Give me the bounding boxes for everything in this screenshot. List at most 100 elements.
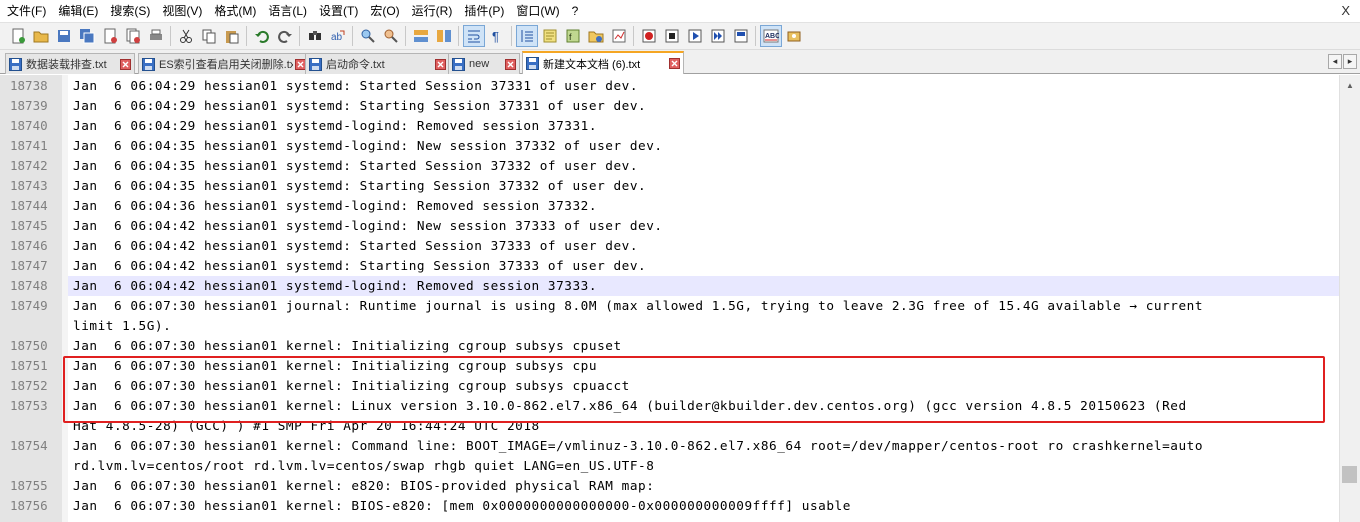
close-file-icon[interactable] <box>99 25 121 47</box>
menu-item-2[interactable]: 搜索(S) <box>104 0 156 22</box>
toolbar-separator <box>246 26 247 46</box>
play-macro-icon[interactable] <box>684 25 706 47</box>
menu-item-8[interactable]: 运行(R) <box>406 0 459 22</box>
editor-line[interactable]: 18751 Jan 6 06:07:30 hessian01 kernel: In… <box>0 356 1339 376</box>
editor-line[interactable]: 18748 Jan 6 06:04:42 hessian01 systemd-lo… <box>0 276 1339 296</box>
save-all-icon[interactable] <box>76 25 98 47</box>
find-icon[interactable] <box>304 25 326 47</box>
line-text: Jan 6 06:07:30 hessian01 kernel: Linux v… <box>73 398 1187 413</box>
close-icon[interactable] <box>505 58 516 70</box>
svg-text:ab: ab <box>331 32 343 43</box>
editor-line[interactable]: rd.lvm.lv=centos/root rd.lvm.lv=centos/s… <box>0 456 1339 476</box>
line-text: Jan 6 06:04:36 hessian01 systemd-logind:… <box>73 198 598 213</box>
tab-4[interactable]: 新建文本文档 (6).txt <box>522 51 684 74</box>
run-macro-multiple-icon[interactable] <box>707 25 729 47</box>
line-text: Jan 6 06:07:30 hessian01 kernel: BIOS-e8… <box>73 498 851 513</box>
editor-line[interactable]: 18741 Jan 6 06:04:35 hessian01 systemd-lo… <box>0 136 1339 156</box>
menu-item-1[interactable]: 编辑(E) <box>52 0 104 22</box>
menu-item-9[interactable]: 插件(P) <box>458 0 510 22</box>
tab-3[interactable]: new <box>448 53 520 74</box>
zoom-out-icon[interactable] <box>380 25 402 47</box>
editor-line[interactable]: 18742 Jan 6 06:04:35 hessian01 systemd: S… <box>0 156 1339 176</box>
line-number: 18750 <box>10 338 48 353</box>
menu-item-3[interactable]: 视图(V) <box>156 0 208 22</box>
sync-horizontal-icon[interactable] <box>433 25 455 47</box>
close-icon[interactable] <box>669 58 680 69</box>
editor-line[interactable]: 18754 Jan 6 06:07:30 hessian01 kernel: Co… <box>0 436 1339 456</box>
menu-item-4[interactable]: 格式(M) <box>208 0 262 22</box>
close-icon[interactable] <box>435 58 446 70</box>
redo-icon[interactable] <box>274 25 296 47</box>
spell-check-icon[interactable]: ABC <box>759 25 782 47</box>
menu-item-6[interactable]: 设置(T) <box>313 0 364 22</box>
doc-map-icon[interactable] <box>539 25 561 47</box>
word-wrap-icon[interactable] <box>462 25 485 47</box>
tab-scroll-right-button[interactable]: ▸ <box>1343 54 1357 69</box>
toolbar-separator <box>170 26 171 46</box>
close-all-icon[interactable] <box>122 25 144 47</box>
tab-0[interactable]: 数据装载排查.txt <box>5 53 135 74</box>
menu-item-0[interactable]: 文件(F) <box>0 0 52 22</box>
toolbar-separator <box>352 26 353 46</box>
svg-text:¶: ¶ <box>492 29 499 44</box>
paste-icon[interactable] <box>221 25 243 47</box>
record-macro-icon[interactable] <box>638 25 660 47</box>
monitoring-icon[interactable] <box>608 25 630 47</box>
editor-line[interactable]: 18745 Jan 6 06:04:42 hessian01 systemd-lo… <box>0 216 1339 236</box>
editor-line[interactable]: 18740 Jan 6 06:04:29 hessian01 systemd-lo… <box>0 116 1339 136</box>
print-icon[interactable] <box>145 25 167 47</box>
editor-line[interactable]: 18756 Jan 6 06:07:30 hessian01 kernel: BI… <box>0 496 1339 516</box>
editor-line[interactable]: 18750 Jan 6 06:07:30 hessian01 kernel: In… <box>0 336 1339 356</box>
editor-line[interactable]: 18744 Jan 6 06:04:36 hessian01 systemd-lo… <box>0 196 1339 216</box>
editor-line[interactable]: 18747 Jan 6 06:04:42 hessian01 systemd: S… <box>0 256 1339 276</box>
close-icon[interactable]: X <box>1341 0 1350 22</box>
close-icon[interactable] <box>120 58 131 70</box>
menu-item-10[interactable]: 窗口(W) <box>510 0 565 22</box>
line-number: 18749 <box>10 298 48 313</box>
editor-line[interactable]: 18749 Jan 6 06:07:30 hessian01 journal: R… <box>0 296 1339 316</box>
line-text: Jan 6 06:07:30 hessian01 kernel: Initial… <box>73 338 622 353</box>
scroll-up-icon[interactable]: ▲ <box>1340 77 1360 94</box>
folder-workspace-icon[interactable] <box>585 25 607 47</box>
open-file-icon[interactable] <box>30 25 52 47</box>
editor-line[interactable]: 18753 Jan 6 06:07:30 hessian01 kernel: Li… <box>0 396 1339 416</box>
tab-1[interactable]: ES索引查看启用关闭删除.txt <box>138 53 310 74</box>
function-list-icon[interactable]: f <box>562 25 584 47</box>
tab-scroll-left-button[interactable]: ◂ <box>1328 54 1342 69</box>
spell-check-options-icon[interactable] <box>783 25 805 47</box>
menu-item-11[interactable]: ? <box>566 0 585 22</box>
indent-guide-icon[interactable] <box>515 25 538 47</box>
editor-line[interactable]: limit 1.5G). <box>0 316 1339 336</box>
replace-icon[interactable]: ab <box>327 25 349 47</box>
undo-icon[interactable] <box>251 25 273 47</box>
editor-line[interactable]: 18752 Jan 6 06:07:30 hessian01 kernel: In… <box>0 376 1339 396</box>
copy-icon[interactable] <box>198 25 220 47</box>
line-number: 18746 <box>10 238 48 253</box>
show-all-chars-icon[interactable]: ¶ <box>486 25 508 47</box>
save-icon[interactable] <box>53 25 75 47</box>
cut-icon[interactable] <box>175 25 197 47</box>
menu-item-7[interactable]: 宏(O) <box>364 0 405 22</box>
editor-line[interactable]: 18746 Jan 6 06:04:42 hessian01 systemd: S… <box>0 236 1339 256</box>
save-macro-icon[interactable] <box>730 25 752 47</box>
vertical-scrollbar[interactable]: ▲ <box>1339 75 1360 522</box>
stop-macro-icon[interactable] <box>661 25 683 47</box>
toolbar: ab ¶ f ABC <box>0 22 1360 50</box>
editor-line[interactable]: Hat 4.8.5-28) (GCC) ) #1 SMP Fri Apr 20 … <box>0 416 1339 436</box>
scrollbar-thumb[interactable] <box>1342 466 1357 483</box>
new-file-icon[interactable] <box>7 25 29 47</box>
menu-item-5[interactable]: 语言(L) <box>262 0 313 22</box>
sync-vertical-icon[interactable] <box>410 25 432 47</box>
editor-line[interactable]: 18738 Jan 6 06:04:29 hessian01 systemd: S… <box>0 76 1339 96</box>
tab-2[interactable]: 启动命令.txt <box>305 53 450 74</box>
editor-area[interactable]: 18738 Jan 6 06:04:29 hessian01 systemd: S… <box>0 75 1339 522</box>
editor-line[interactable]: 18743 Jan 6 06:04:35 hessian01 systemd: S… <box>0 176 1339 196</box>
line-text: Hat 4.8.5-28) (GCC) ) #1 SMP Fri Apr 20 … <box>73 418 540 433</box>
editor-line[interactable]: 18739 Jan 6 06:04:29 hessian01 systemd: S… <box>0 96 1339 116</box>
zoom-in-icon[interactable] <box>357 25 379 47</box>
tab-label: ES索引查看启用关闭删除.txt <box>159 59 293 71</box>
line-text: Jan 6 06:04:29 hessian01 systemd: Starte… <box>73 78 639 93</box>
editor-line[interactable]: 18755 Jan 6 06:07:30 hessian01 kernel: e8… <box>0 476 1339 496</box>
line-text: Jan 6 06:04:42 hessian01 systemd: Starte… <box>73 238 639 253</box>
save-icon <box>309 57 322 71</box>
